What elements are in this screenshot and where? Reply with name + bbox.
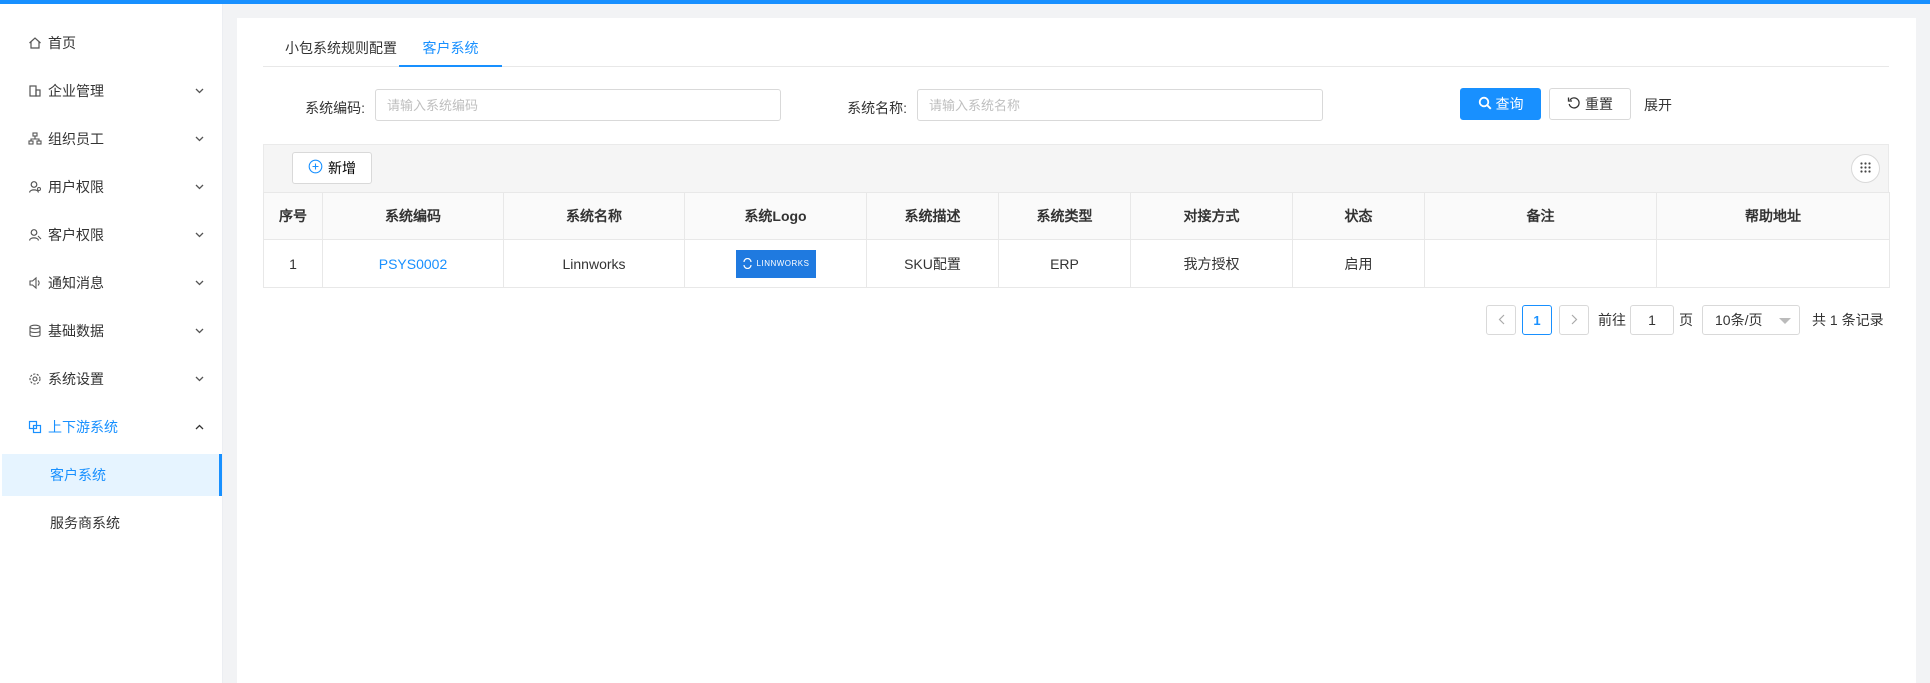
system-type-cell: ERP [998, 239, 1131, 288]
chevron-left-icon [1498, 313, 1505, 328]
system-name-label: 系统名称: [847, 100, 907, 116]
sidebar-item-customer-permissions[interactable]: 客户权限 [0, 215, 222, 255]
speaker-icon [26, 274, 44, 292]
sidebar-item-label: 用户权限 [48, 179, 104, 195]
sidebar-subitem-provider-system[interactable]: 服务商系统 [2, 502, 222, 544]
column-header: 系统类型 [998, 192, 1131, 240]
system-code-link[interactable]: PSYS0002 [379, 256, 448, 272]
reset-button-label: 重置 [1585, 96, 1613, 112]
tab-bar: 小包系统规则配置 客户系统 [263, 29, 1889, 67]
linnworks-logo: LINNWORKS [735, 249, 816, 278]
integration-cell: 我方授权 [1130, 239, 1293, 288]
sidebar-item-upstream-downstream[interactable]: 上下游系统 [0, 407, 222, 447]
prev-page-button[interactable] [1486, 305, 1516, 335]
system-description-cell: SKU配置 [866, 239, 999, 288]
system-name-cell: Linnworks [503, 239, 685, 288]
sidebar-item-home[interactable]: 首页 [0, 23, 222, 63]
chevron-down-icon [194, 278, 204, 288]
add-button[interactable]: 新增 [292, 152, 372, 184]
reset-button[interactable]: 重置 [1549, 88, 1631, 120]
expand-link[interactable]: 展开 [1644, 95, 1672, 115]
system-name-input[interactable] [917, 89, 1323, 121]
user-key-icon [26, 178, 44, 196]
reset-icon [1567, 96, 1581, 113]
goto-label: 前往 [1598, 312, 1626, 328]
grid-dots-icon [1859, 161, 1872, 177]
chevron-down-icon [194, 134, 204, 144]
sidebar-subitem-customer-system[interactable]: 客户系统 [2, 454, 222, 496]
column-settings-button[interactable] [1851, 154, 1880, 183]
gear-icon [26, 370, 44, 388]
table-header-row: 序号 系统编码 系统名称 系统Logo 系统描述 系统类型 对接方式 状态 备注… [263, 192, 1890, 240]
building-icon [26, 82, 44, 100]
caret-down-icon [1779, 318, 1791, 324]
systems-table: 序号 系统编码 系统名称 系统Logo 系统描述 系统类型 对接方式 状态 备注… [263, 192, 1890, 288]
chevron-down-icon [194, 182, 204, 192]
sidebar-item-label: 企业管理 [48, 83, 104, 99]
sidebar-item-enterprise[interactable]: 企业管理 [0, 71, 222, 111]
plus-circle-icon [308, 159, 323, 177]
table-toolbar: 新增 [263, 144, 1889, 192]
sidebar-item-notifications[interactable]: 通知消息 [0, 263, 222, 303]
column-header: 状态 [1292, 192, 1425, 240]
help-url-cell [1656, 239, 1890, 288]
column-header: 帮助地址 [1656, 192, 1890, 240]
sidebar-item-label: 首页 [48, 35, 76, 51]
sidebar-item-label: 通知消息 [48, 275, 104, 291]
database-icon [26, 322, 44, 340]
page-suffix-label: 页 [1679, 312, 1693, 328]
status-cell: 启用 [1292, 239, 1425, 288]
main-panel: 小包系统规则配置 客户系统 系统编码: 系统名称: 查询 重置 展开 新增 序号… [237, 18, 1916, 683]
tab-customer-system[interactable]: 客户系统 [399, 29, 502, 67]
customer-key-icon [26, 226, 44, 244]
row-index: 1 [263, 239, 323, 288]
systems-icon [26, 418, 44, 436]
chevron-down-icon [194, 374, 204, 384]
chevron-right-icon [1571, 313, 1578, 328]
linnworks-logo-text: LINNWORKS [756, 259, 810, 268]
column-header: 备注 [1424, 192, 1657, 240]
sidebar-item-label: 基础数据 [48, 323, 104, 339]
sidebar-item-settings[interactable]: 系统设置 [0, 359, 222, 399]
query-button-label: 查询 [1495, 96, 1524, 112]
remark-cell [1424, 239, 1657, 288]
column-header: 系统名称 [503, 192, 685, 240]
page-scroll-gutter [1916, 4, 1930, 683]
column-header: 对接方式 [1130, 192, 1293, 240]
linnworks-logo-icon [742, 258, 752, 269]
home-icon [26, 34, 44, 52]
tab-parcel-rules[interactable]: 小包系统规则配置 [285, 29, 397, 67]
sidebar-item-org[interactable]: 组织员工 [0, 119, 222, 159]
goto-page-input[interactable] [1630, 305, 1674, 335]
chevron-down-icon [194, 230, 204, 240]
sidebar-item-label: 组织员工 [48, 131, 104, 147]
sidebar-item-user-permissions[interactable]: 用户权限 [0, 167, 222, 207]
column-header: 系统Logo [684, 192, 867, 240]
page-size-value: 10条/页 [1715, 312, 1763, 328]
column-header: 序号 [263, 192, 323, 240]
column-header: 系统描述 [866, 192, 999, 240]
next-page-button[interactable] [1559, 305, 1589, 335]
system-logo-cell: LINNWORKS [684, 239, 867, 288]
org-chart-icon [26, 130, 44, 148]
system-code-label: 系统编码: [305, 100, 365, 116]
search-icon [1478, 96, 1492, 113]
sidebar-item-label: 客户权限 [48, 227, 104, 243]
chevron-up-icon [194, 422, 204, 432]
page-number-button[interactable]: 1 [1522, 305, 1552, 335]
sidebar: 首页 企业管理 组织员工 用户权限 客户权限 通知消息 基础数据 系统设置 上下… [0, 4, 223, 683]
system-code-input[interactable] [375, 89, 781, 121]
page-size-select[interactable]: 10条/页 [1702, 305, 1800, 335]
sidebar-item-base-data[interactable]: 基础数据 [0, 311, 222, 351]
table-row: 1 PSYS0002 Linnworks LINNWORKS SKU配置 ERP… [263, 239, 1890, 288]
sidebar-item-label: 上下游系统 [48, 419, 118, 435]
sidebar-item-label: 系统设置 [48, 371, 104, 387]
query-button[interactable]: 查询 [1460, 88, 1541, 120]
column-header: 系统编码 [322, 192, 504, 240]
add-button-label: 新增 [328, 160, 356, 176]
chevron-down-icon [194, 86, 204, 96]
top-accent-bar [0, 0, 1930, 4]
chevron-down-icon [194, 326, 204, 336]
total-records: 共 1 条记录 [1812, 312, 1884, 328]
